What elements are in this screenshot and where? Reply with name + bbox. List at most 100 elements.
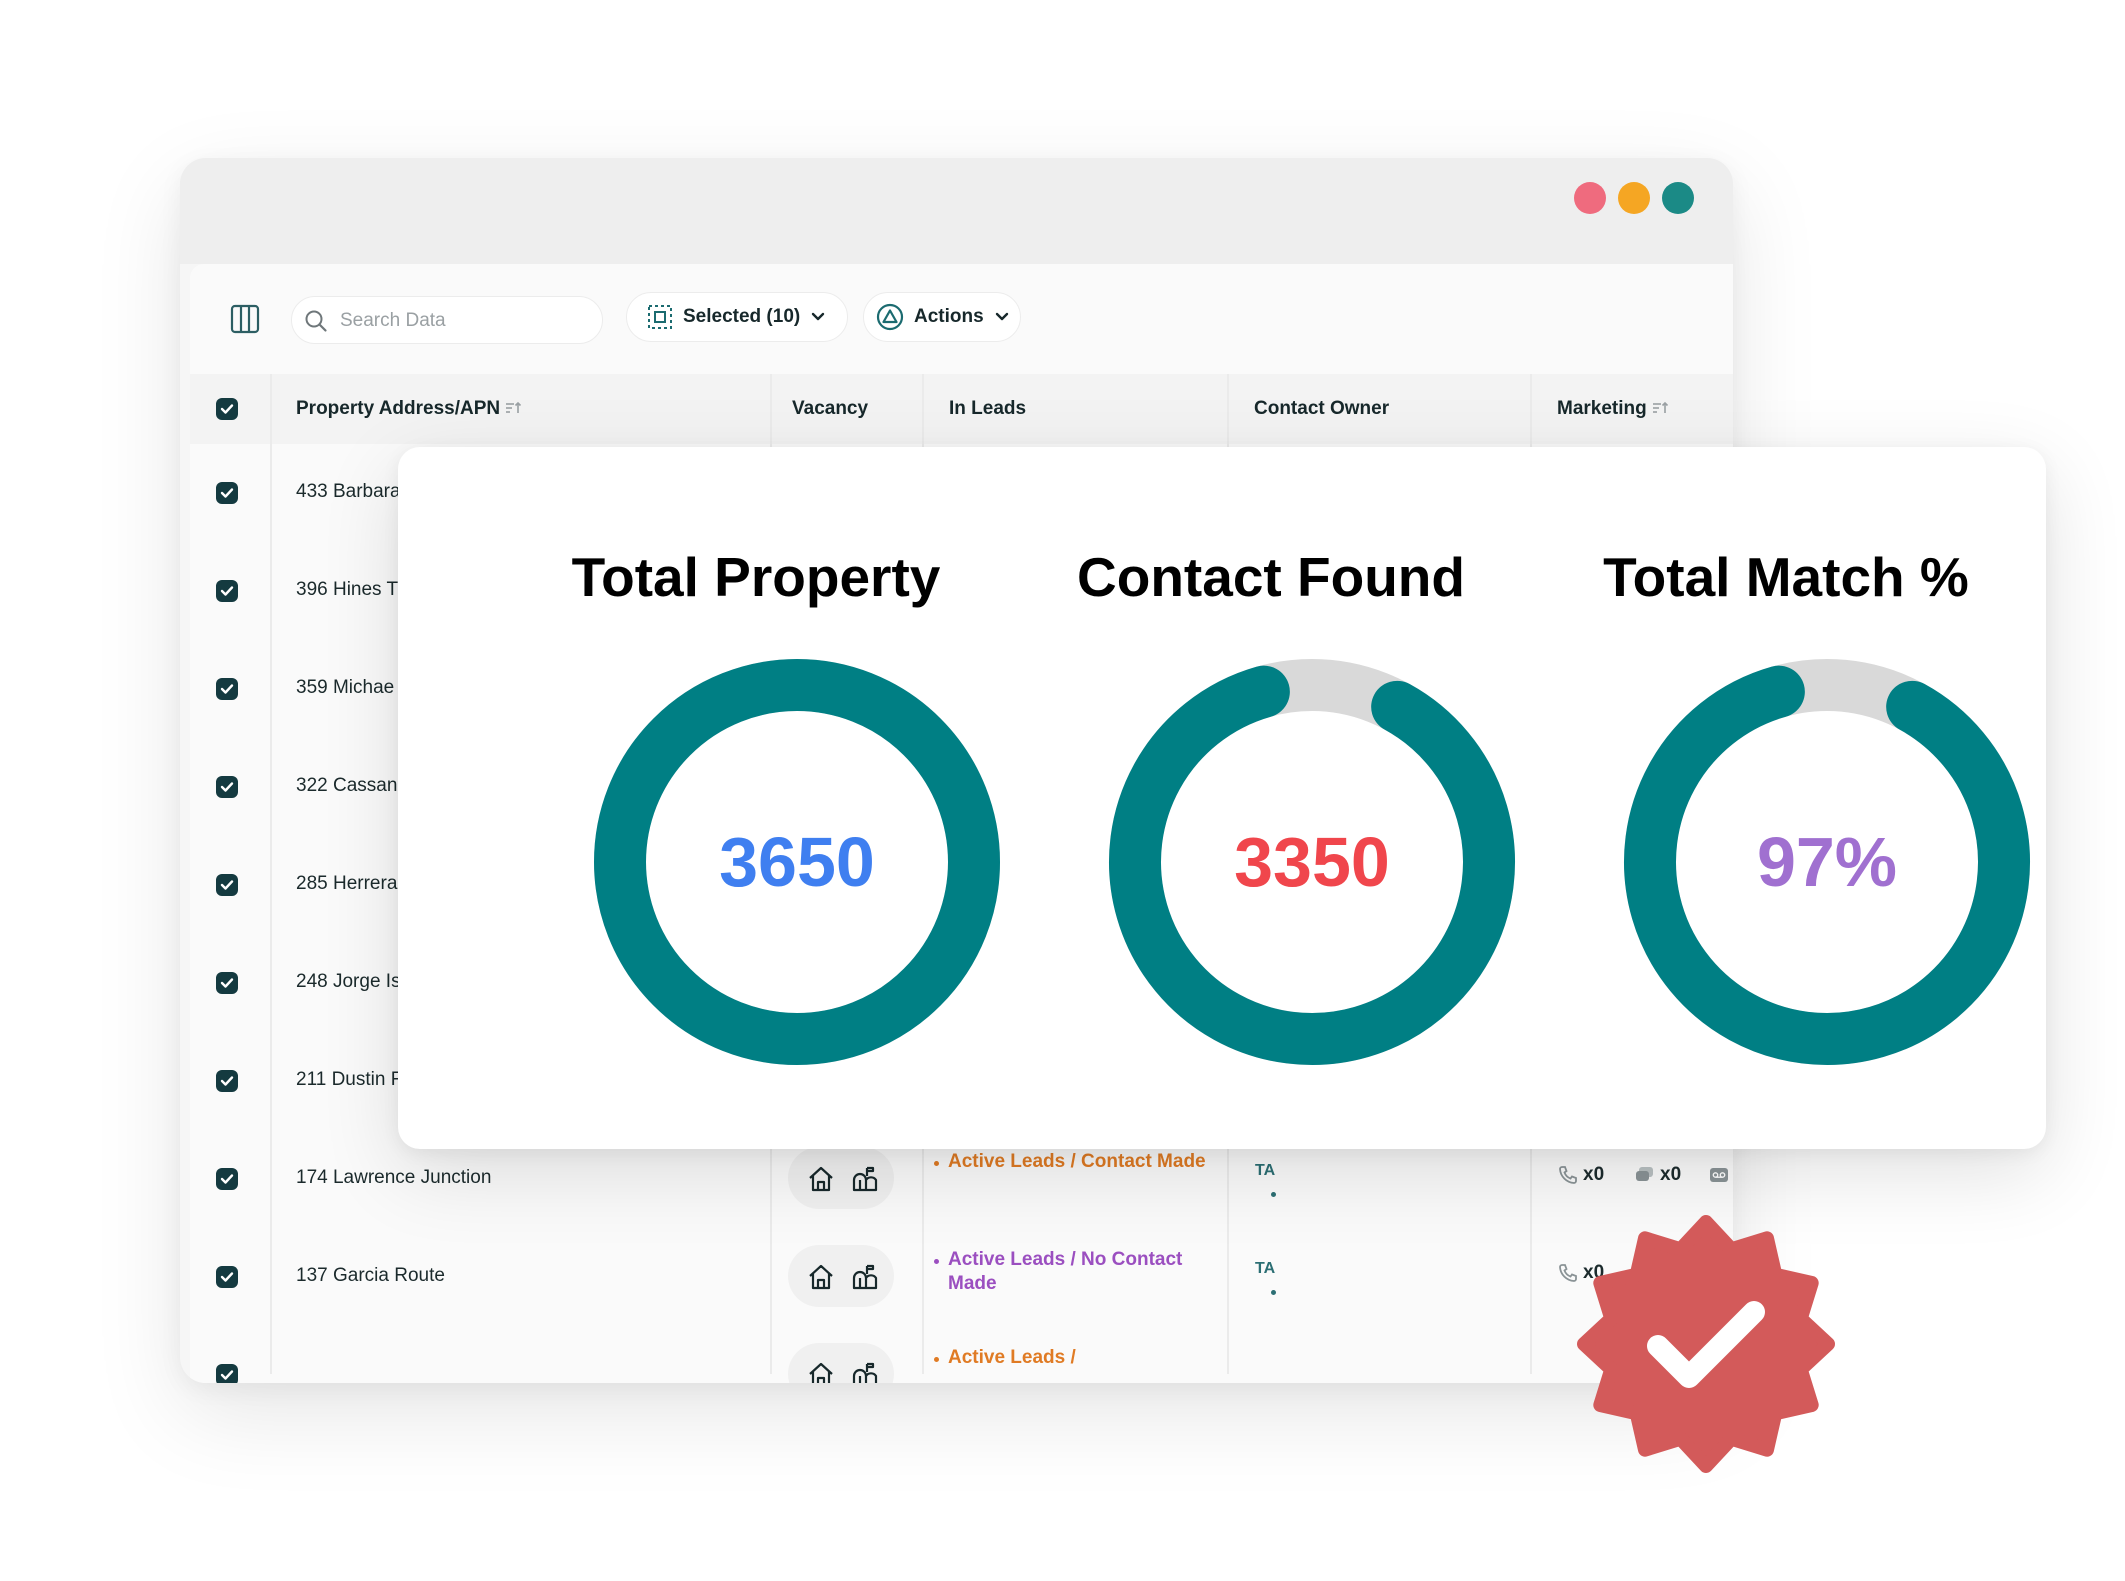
table-row[interactable]: 137 Garcia Route Active Leads / No Contac… [190, 1228, 1733, 1327]
row-checkbox[interactable] [216, 972, 238, 994]
voicemail-icon [1710, 1168, 1728, 1182]
stat-contact-found: Contact Found 3350 [1011, 447, 1531, 1149]
header-in-leads[interactable]: In Leads [949, 398, 1026, 420]
call-count-label: x0 [1583, 1164, 1605, 1185]
row-address[interactable]: 433 Barbara [296, 481, 401, 503]
owner-status-dot [1271, 1192, 1276, 1197]
row-address[interactable]: 322 Cassan [296, 775, 397, 797]
row-address[interactable]: 285 Herrera [296, 873, 397, 895]
check-icon [220, 488, 234, 498]
search-box[interactable] [291, 296, 603, 344]
minimize-window-dot[interactable] [1618, 182, 1650, 214]
check-icon [220, 1076, 234, 1086]
check-icon [220, 404, 234, 414]
actions-label: Actions [914, 306, 984, 327]
row-checkbox[interactable] [216, 580, 238, 602]
stat-total-property: Total Property 3650 [496, 447, 1016, 1149]
header-address-label: Property Address/APN [296, 398, 501, 419]
house-icon [809, 1264, 833, 1290]
header-contact-owner[interactable]: Contact Owner [1254, 398, 1389, 420]
check-icon [220, 586, 234, 596]
check-icon [220, 880, 234, 890]
actions-icon [876, 303, 904, 331]
vacancy-indicator[interactable] [788, 1245, 894, 1307]
columns-icon[interactable] [230, 304, 260, 334]
owner-status-dot [1271, 1290, 1276, 1295]
search-icon [305, 310, 327, 332]
header-vacancy[interactable]: Vacancy [792, 398, 868, 420]
row-address[interactable]: 137 Garcia Route [296, 1265, 445, 1287]
sort-icon[interactable] [1652, 401, 1670, 415]
selected-label: Selected (10) [683, 306, 801, 327]
check-icon [220, 1370, 234, 1380]
row-checkbox[interactable] [216, 874, 238, 896]
status-dot [934, 1259, 939, 1264]
owner-initials: TA [1255, 1162, 1276, 1179]
search-input[interactable] [338, 306, 592, 336]
lead-status-label: Active Leads / No Contact Made [948, 1249, 1183, 1294]
owner-initials: TA [1255, 1260, 1276, 1277]
check-icon [220, 1174, 234, 1184]
close-window-dot[interactable] [1574, 182, 1606, 214]
header-marketing[interactable]: Marketing [1557, 398, 1670, 420]
header-address[interactable]: Property Address/APN [296, 398, 523, 420]
mailbox-icon [852, 1362, 878, 1383]
check-icon [220, 978, 234, 988]
badge-seal [1577, 1215, 1835, 1473]
mailbox-icon [852, 1166, 878, 1192]
stat-value: 3650 [719, 823, 875, 901]
message-count-label: x0 [1660, 1164, 1682, 1185]
selected-dropdown[interactable]: Selected (10) [626, 292, 848, 342]
verified-badge-icon [1577, 1215, 1835, 1473]
check-icon [220, 684, 234, 694]
stat-title: Total Property [571, 546, 941, 608]
row-address[interactable]: 211 Dustin F [296, 1069, 402, 1091]
check-icon [220, 1272, 234, 1282]
row-checkbox[interactable] [216, 678, 238, 700]
chevron-down-icon [995, 312, 1008, 321]
stat-title: Contact Found [1077, 546, 1465, 608]
vacancy-indicator[interactable] [788, 1147, 894, 1209]
stat-value: 3350 [1234, 823, 1390, 901]
lead-status-label: Active Leads / [948, 1347, 1076, 1368]
toolbar: Selected (10) Actions [190, 264, 1733, 374]
sort-icon[interactable] [505, 401, 523, 415]
row-address[interactable]: 359 Michae [296, 677, 394, 699]
header-marketing-label: Marketing [1557, 398, 1647, 419]
voicemail-button[interactable] [1708, 1164, 1730, 1186]
status-dot [934, 1161, 939, 1166]
actions-dropdown[interactable]: Actions [863, 292, 1021, 342]
stats-card: Total Property 3650 Contact Found 3350 T… [398, 447, 2046, 1149]
call-count[interactable]: x0 [1557, 1164, 1604, 1186]
stat-title: Total Match % [1603, 546, 1969, 608]
lead-status: Active Leads / Contact Made [934, 1150, 1208, 1174]
lead-status: Active Leads / [934, 1346, 1208, 1370]
lead-status: Active Leads / No Contact Made [934, 1248, 1208, 1296]
lead-status-label: Active Leads / Contact Made [948, 1151, 1206, 1172]
row-address[interactable]: 174 Lawrence Junction [296, 1167, 491, 1189]
mailbox-icon [852, 1264, 878, 1290]
status-dot [934, 1357, 939, 1362]
row-checkbox[interactable] [216, 1070, 238, 1092]
selection-icon [648, 305, 672, 329]
row-checkbox[interactable] [216, 1266, 238, 1288]
row-checkbox[interactable] [216, 1364, 238, 1383]
house-icon [809, 1166, 833, 1192]
row-checkbox[interactable] [216, 482, 238, 504]
vacancy-indicator[interactable] [788, 1343, 894, 1383]
stat-total-match: Total Match % 97% [1526, 447, 2046, 1149]
select-all-checkbox[interactable] [216, 398, 238, 420]
table-row[interactable]: Active Leads / [190, 1326, 1733, 1383]
table-header: Property Address/APN Vacancy In Leads Co… [190, 374, 1733, 444]
check-icon [220, 782, 234, 792]
row-address[interactable]: 248 Jorge Is [296, 971, 401, 993]
message-count[interactable]: x0 [1634, 1164, 1681, 1186]
row-checkbox[interactable] [216, 1168, 238, 1190]
phone-icon [1559, 1166, 1577, 1184]
row-checkbox[interactable] [216, 776, 238, 798]
row-address[interactable]: 396 Hines T [296, 579, 398, 601]
chevron-down-icon [812, 312, 825, 321]
title-bar [180, 158, 1733, 264]
house-icon [809, 1362, 833, 1383]
maximize-window-dot[interactable] [1662, 182, 1694, 214]
